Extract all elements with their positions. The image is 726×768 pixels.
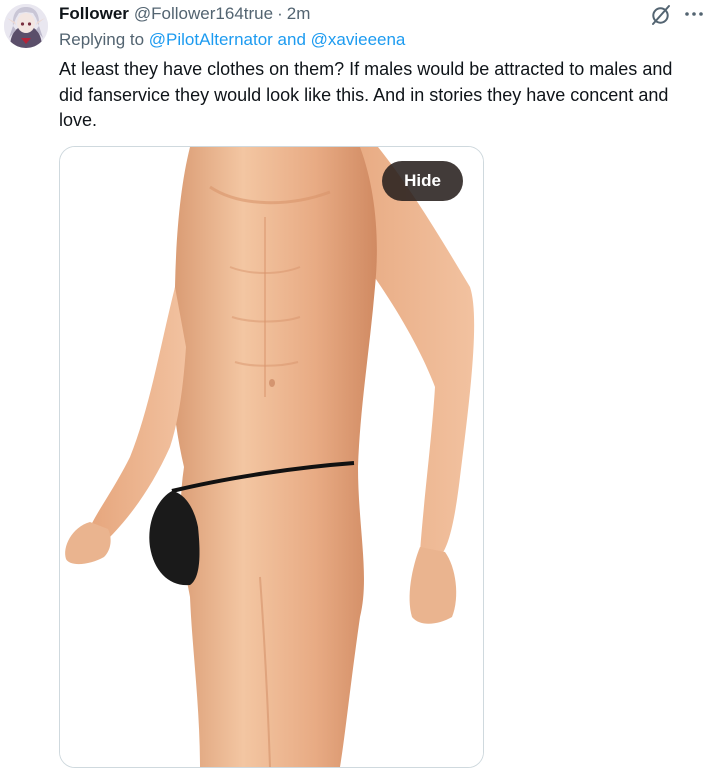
replying-to: Replying to @PilotAlternator and @xaviee… (59, 30, 405, 52)
replying-joiner: and (272, 30, 311, 49)
tweet-header: Follower @Follower164true · 2m (59, 3, 310, 25)
hide-media-button[interactable]: Hide (382, 161, 463, 201)
grok-icon[interactable] (649, 3, 673, 27)
avatar-icon (4, 4, 48, 48)
mention-link[interactable]: @xavieeena (311, 30, 406, 49)
tweet-media[interactable] (59, 146, 484, 768)
tweet-text: At least they have clothes on them? If m… (59, 59, 673, 130)
separator-dot: · (277, 4, 283, 23)
mention-link[interactable]: @PilotAlternator (149, 30, 273, 49)
author-handle[interactable]: @Follower164true (134, 4, 273, 24)
media-image (60, 147, 483, 767)
more-icon[interactable] (683, 3, 705, 25)
author-name[interactable]: Follower (59, 4, 129, 24)
replying-prefix: Replying to (59, 30, 149, 49)
tweet-time[interactable]: 2m (287, 4, 311, 24)
avatar[interactable] (4, 4, 48, 48)
